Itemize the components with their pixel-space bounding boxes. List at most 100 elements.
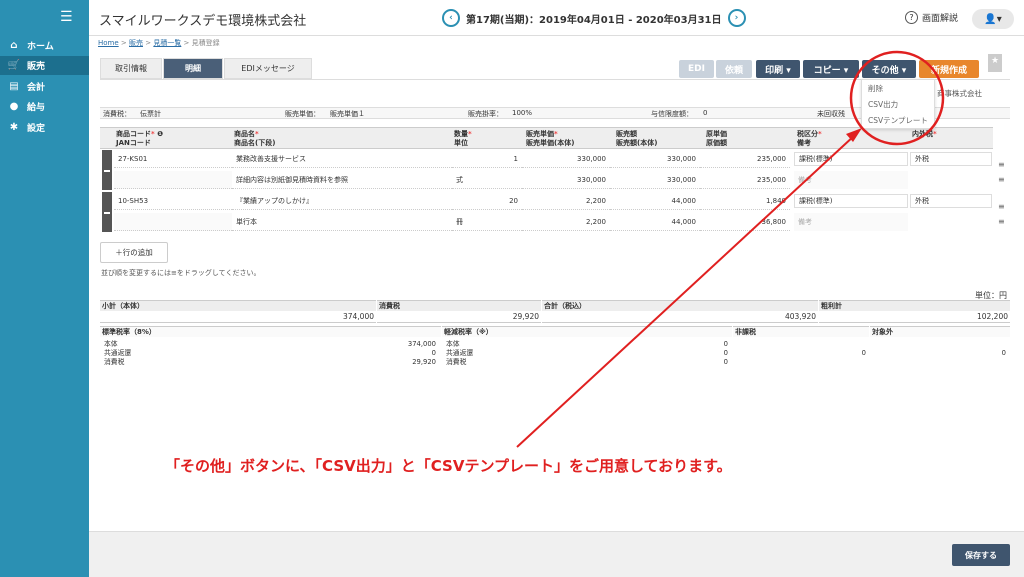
question-icon: ? [905, 11, 918, 24]
info-price-value: 販売単価１ [330, 110, 365, 118]
item-taxcls[interactable]: 課税(標準) [794, 152, 908, 166]
bookmark-icon[interactable]: ★ [988, 54, 1002, 72]
breadcrumb-quote-list[interactable]: 見積一覧 [153, 39, 181, 47]
item-inner[interactable]: 外税 [910, 194, 992, 208]
reorder-icon[interactable]: ≡ [998, 217, 1005, 226]
tax-label: 消費税 [377, 300, 541, 311]
item-taxcls[interactable]: 課税(標準) [794, 194, 908, 208]
reduced-values: 000 [723, 340, 728, 366]
item-name[interactable]: 業務改善支援サービス [232, 150, 452, 168]
sidebar-item-accounting[interactable]: ▤ 会計 [0, 77, 89, 96]
drag-handle[interactable] [102, 192, 112, 232]
info-credit-value: 0 [703, 109, 708, 117]
item-jan[interactable] [114, 213, 232, 231]
item-jan[interactable] [114, 171, 232, 189]
gross-value: 102,200 [819, 312, 1010, 323]
info-unpaid-label: 未回収残 [817, 110, 845, 118]
user-icon: 👤▾ [984, 13, 1002, 25]
item-cost[interactable]: 1,840 [700, 192, 790, 210]
sidebar-item-settings[interactable]: ✱ 設定 [0, 118, 89, 137]
sidebar-item-home[interactable]: ⌂ ホーム [0, 36, 89, 55]
total-value: 403,920 [542, 312, 818, 323]
request-button[interactable]: 依頼 [716, 60, 752, 78]
sidebar: ☰ ⌂ ホーム 🛒 販売 ▤ 会計 ● 給与 ✱ 設定 [0, 0, 89, 577]
item-unit[interactable]: 式 [452, 171, 522, 189]
breadcrumb: Home > 販売 > 見積一覧 > 見積登録 [98, 39, 220, 47]
user-menu-button[interactable]: 👤▾ [972, 9, 1014, 29]
new-button[interactable]: 新規作成 [919, 60, 979, 78]
item-qty[interactable]: 20 [452, 192, 522, 210]
annotation-text: 「その他」ボタンに、「CSV出力」と「CSVテンプレート」をご用意しております。 [165, 457, 732, 475]
breadcrumb-home[interactable]: Home [98, 39, 119, 47]
total-label: 合計（税込） [542, 300, 818, 311]
col-name: 商品名* 商品名(下段) [234, 130, 276, 147]
moneybag-icon: ● [9, 101, 19, 112]
header: スマイルワークスデモ環境株式会社 ‹ 第17期(当期)：2019年04月01日 … [89, 0, 1024, 36]
outside-value: 0 [1001, 349, 1006, 357]
sidebar-item-payroll[interactable]: ● 給与 [0, 97, 89, 116]
prev-period-button[interactable]: ‹ [442, 9, 460, 27]
reorder-icon[interactable]: ≡ [998, 175, 1005, 184]
period-label: 第17期(当期)：2019年04月01日 - 2020年03月31日 [466, 14, 722, 26]
col-inner: 内外税* [912, 130, 937, 138]
add-row-button[interactable]: ＋行の追加 [100, 242, 168, 263]
gross-label: 粗利計 [819, 300, 1010, 311]
item-inner[interactable]: 外税 [910, 152, 992, 166]
subtotal-value: 374,000 [100, 312, 376, 323]
item-memo[interactable]: 備考 [794, 171, 908, 189]
ledger-icon: ▤ [9, 81, 19, 92]
col-amount: 販売額 販売額(本体) [616, 130, 658, 147]
table-header: 商品コード* ❶ JANコード 商品名* 商品名(下段) 数量* 単位 販売単価* 販売… [100, 127, 993, 149]
edi-button[interactable]: EDI [679, 60, 714, 78]
info-rate-value: 100% [512, 109, 533, 117]
reorder-icon[interactable]: ≡ [998, 202, 1005, 211]
sidebar-item-sales[interactable]: 🛒 販売 [0, 56, 89, 75]
item-cost[interactable]: 235,000 [700, 150, 790, 168]
reduced-lines: 本体 共通返還 消費税 [446, 340, 474, 366]
breadcrumb-sales[interactable]: 販売 [129, 39, 143, 47]
item-amount2: 44,000 [610, 213, 700, 231]
item-name2[interactable]: 詳細内容は別紙御見積時資料を参照 [232, 171, 452, 189]
standard-lines: 本体 共通返還 消費税 [104, 340, 132, 366]
copy-button[interactable]: コピー ▾ [803, 60, 859, 78]
item-price[interactable]: 330,000 [522, 150, 610, 168]
item-memo[interactable]: 備考 [794, 213, 908, 231]
save-button[interactable]: 保存する [952, 544, 1010, 566]
item-amount: 330,000 [610, 150, 700, 168]
other-button[interactable]: その他 ▾ [862, 60, 916, 78]
item-code[interactable]: 27-KS01 [114, 150, 232, 168]
menu-item-delete[interactable]: 削除 [862, 80, 934, 96]
item-qty[interactable]: 1 [452, 150, 522, 168]
tab-details[interactable]: 明細 [163, 58, 223, 79]
next-period-button[interactable]: › [727, 9, 746, 27]
item-cost2: 235,000 [700, 171, 790, 189]
help-link[interactable]: ? 画面解説 [905, 11, 958, 24]
item-price2[interactable]: 330,000 [522, 171, 610, 189]
col-qty: 数量* 単位 [454, 130, 472, 147]
standard-tax-title: 標準税率（8%） [100, 326, 441, 337]
menu-item-csv-export[interactable]: CSV出力 [862, 96, 934, 112]
item-code[interactable]: 10-SH53 [114, 192, 232, 210]
info-rate-label: 販売掛率： [468, 110, 503, 118]
reorder-icon[interactable]: ≡ [998, 160, 1005, 169]
print-button[interactable]: 印刷 ▾ [756, 60, 800, 78]
reorder-hint: 並び順を変更するには≡をドラッグしてください。 [101, 269, 261, 277]
period-selector: ‹ 第17期(当期)：2019年04月01日 - 2020年03月31日 › [442, 9, 746, 27]
reduced-tax-title: 軽減税率（※） [442, 326, 732, 337]
tab-edi-message[interactable]: EDIメッセージ [224, 58, 312, 79]
outside-title: 対象外 [870, 326, 1010, 337]
item-name[interactable]: 『業績アップのしかけ』 [232, 192, 452, 210]
hamburger-icon[interactable]: ☰ [60, 10, 73, 24]
col-code: 商品コード* ❶ JANコード [116, 130, 164, 147]
item-name2[interactable]: 単行本 [232, 213, 452, 231]
item-unit[interactable]: 冊 [452, 213, 522, 231]
customer-name: 商事株式会社 [937, 89, 982, 98]
drag-handle[interactable] [102, 150, 112, 190]
other-dropdown-menu: 削除 CSV出力 CSVテンプレート [861, 79, 935, 129]
tab-transaction-info[interactable]: 取引情報 [100, 58, 162, 79]
item-amount: 44,000 [610, 192, 700, 210]
item-price2[interactable]: 2,200 [522, 213, 610, 231]
info-price-label: 販売単価： [285, 110, 320, 118]
menu-item-csv-template[interactable]: CSVテンプレート [862, 112, 934, 128]
item-price[interactable]: 2,200 [522, 192, 610, 210]
